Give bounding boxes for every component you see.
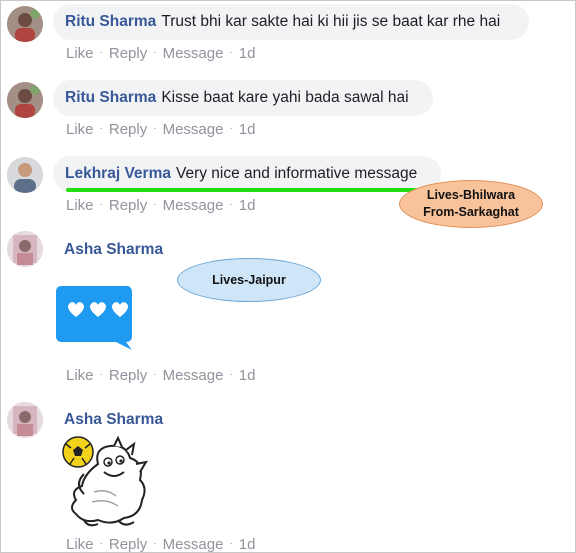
avatar[interactable]	[7, 82, 43, 118]
reply-link[interactable]: Reply	[109, 45, 147, 62]
message-link[interactable]: Message	[163, 121, 224, 138]
annotation-callout-bhilwara: Lives-Bhilwara From-Sarkaghat	[399, 180, 543, 228]
callout-line: From-Sarkaghat	[423, 205, 519, 219]
avatar[interactable]	[7, 157, 43, 193]
separator-dot: ·	[153, 123, 157, 134]
comment-text: Very nice and informative message	[175, 165, 418, 182]
comment-timestamp[interactable]: 1d	[239, 197, 256, 214]
comment-author-link[interactable]: Ritu Sharma	[65, 13, 156, 31]
comment-bubble: Ritu Sharma Trust bhi kar sakte hai ki h…	[53, 4, 529, 40]
comment-author-link[interactable]: Lekhraj Verma	[65, 165, 171, 183]
comment-actions: Like · Reply · Message · 1d	[66, 197, 255, 214]
avatar[interactable]	[7, 231, 43, 267]
message-link[interactable]: Message	[163, 197, 224, 214]
separator-dot: ·	[153, 369, 157, 380]
comment-actions: Like · Reply · Message · 1d	[66, 536, 255, 553]
separator-dot: ·	[153, 538, 157, 549]
separator-dot: ·	[99, 538, 103, 549]
avatar[interactable]	[7, 402, 43, 438]
reply-link[interactable]: Reply	[109, 197, 147, 214]
dinosaur-football-sticker	[54, 434, 154, 530]
avatar[interactable]	[7, 6, 43, 42]
like-link[interactable]: Like	[66, 536, 94, 553]
separator-dot: ·	[99, 123, 103, 134]
separator-dot: ·	[99, 369, 103, 380]
message-link[interactable]: Message	[163, 536, 224, 553]
reply-link[interactable]: Reply	[109, 121, 147, 138]
separator-dot: ·	[229, 199, 233, 210]
comment-actions: Like · Reply · Message · 1d	[66, 121, 255, 138]
comment-text: Kisse baat kare yahi bada sawal hai	[161, 89, 409, 106]
comment-bubble: Ritu Sharma Kisse baat kare yahi bada sa…	[53, 80, 433, 116]
comment-timestamp[interactable]: 1d	[239, 536, 256, 553]
like-link[interactable]: Like	[66, 121, 94, 138]
separator-dot: ·	[229, 47, 233, 58]
separator-dot: ·	[229, 369, 233, 380]
annotation-callout-jaipur: Lives-Jaipur	[177, 258, 321, 302]
comment-timestamp[interactable]: 1d	[239, 121, 256, 138]
comment-bubble: Lekhraj Verma Very nice and informative …	[53, 156, 441, 192]
separator-dot: ·	[99, 47, 103, 58]
comment-actions: Like · Reply · Message · 1d	[66, 367, 255, 384]
like-link[interactable]: Like	[66, 367, 94, 384]
reply-link[interactable]: Reply	[109, 367, 147, 384]
separator-dot: ·	[229, 538, 233, 549]
comment-timestamp[interactable]: 1d	[239, 45, 256, 62]
callout-line: Lives-Bhilwara	[426, 188, 516, 202]
like-link[interactable]: Like	[66, 45, 94, 62]
message-link[interactable]: Message	[163, 45, 224, 62]
separator-dot: ·	[99, 199, 103, 210]
separator-dot: ·	[153, 47, 157, 58]
comment-author-link[interactable]: Asha Sharma	[64, 411, 163, 429]
comment-author-link[interactable]: Asha Sharma	[64, 241, 163, 259]
reply-link[interactable]: Reply	[109, 536, 147, 553]
comment-text: Trust bhi kar sakte hai ki hii jis se ba…	[161, 13, 501, 30]
hearts-sticker	[54, 284, 134, 352]
separator-dot: ·	[229, 123, 233, 134]
highlight-underline	[66, 188, 436, 192]
like-link[interactable]: Like	[66, 197, 94, 214]
separator-dot: ·	[153, 199, 157, 210]
callout-label: Lives-Jaipur	[212, 273, 286, 287]
comment-actions: Like · Reply · Message · 1d	[66, 45, 255, 62]
message-link[interactable]: Message	[163, 367, 224, 384]
comment-author-link[interactable]: Ritu Sharma	[65, 89, 156, 107]
comment-timestamp[interactable]: 1d	[239, 367, 256, 384]
